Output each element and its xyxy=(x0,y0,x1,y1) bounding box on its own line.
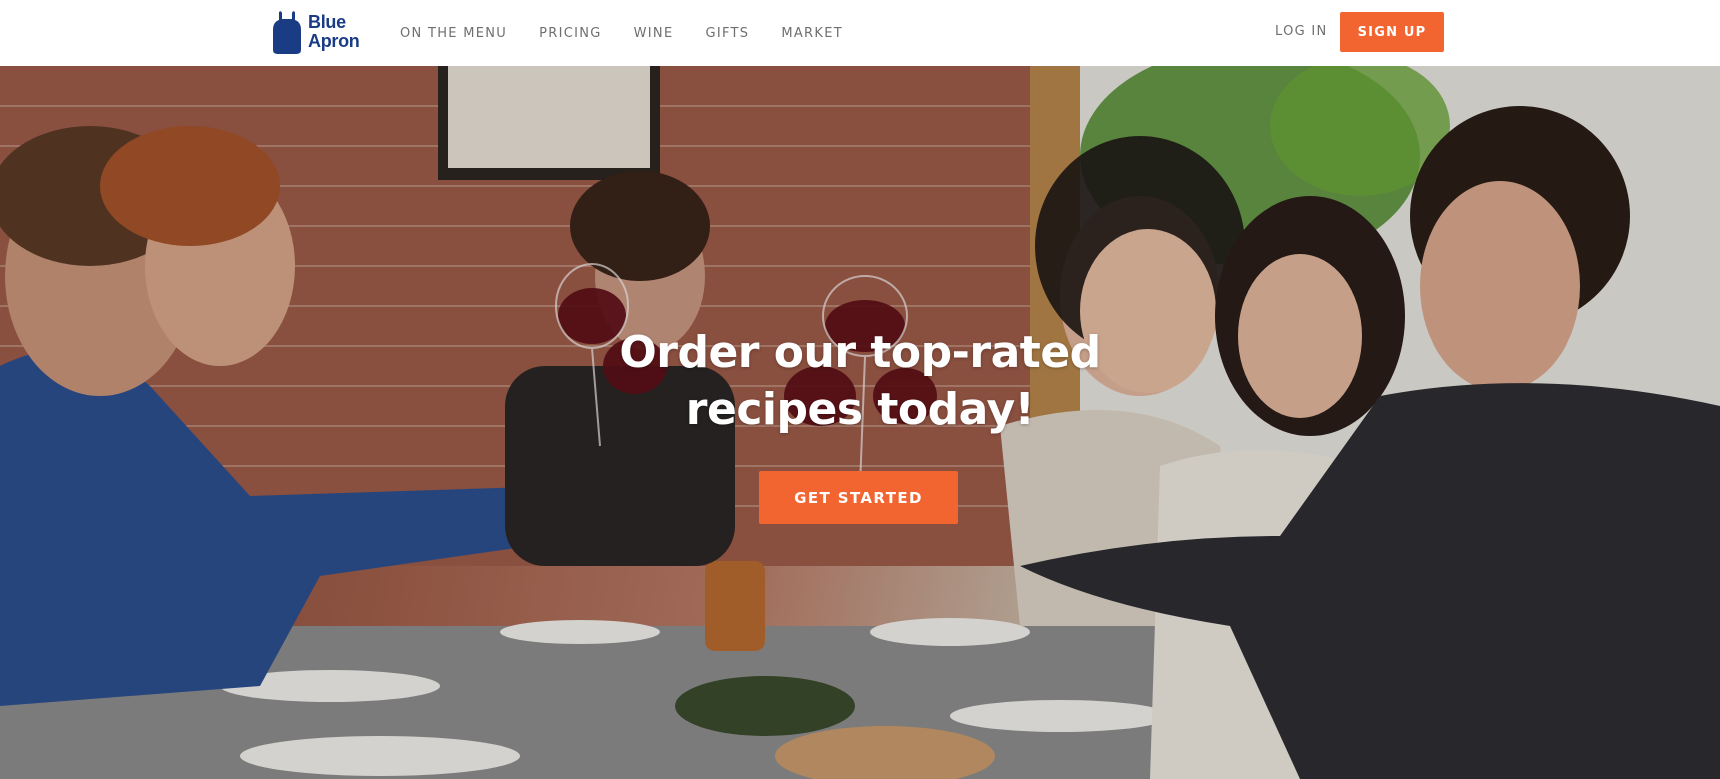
logo-line-1: Blue xyxy=(308,12,346,32)
nav-market[interactable]: MARKET xyxy=(781,26,843,41)
nav-pricing[interactable]: PRICING xyxy=(539,26,602,41)
logo-line-2: Apron xyxy=(308,31,360,51)
hero-title: Order our top-rated recipes today! xyxy=(560,324,1160,438)
sign-up-button[interactable]: SIGN UP xyxy=(1340,12,1444,52)
hero-section: Order our top-rated recipes today! GET S… xyxy=(0,66,1720,779)
log-in-link[interactable]: LOG IN xyxy=(1275,24,1328,39)
nav-on-the-menu[interactable]: ON THE MENU xyxy=(400,26,507,41)
hero-title-line-2: recipes today! xyxy=(685,384,1035,435)
main-nav: ON THE MENU PRICING WINE GIFTS MARKET xyxy=(400,0,875,66)
nav-wine[interactable]: WINE xyxy=(634,26,674,41)
nav-gifts[interactable]: GIFTS xyxy=(705,26,749,41)
blue-apron-logo[interactable]: Blue Apron xyxy=(272,10,370,54)
hero-title-line-1: Order our top-rated xyxy=(619,327,1101,378)
apron-logo-icon xyxy=(273,11,301,54)
top-navbar: Blue Apron ON THE MENU PRICING WINE GIFT… xyxy=(0,0,1720,66)
get-started-button[interactable]: GET STARTED xyxy=(759,471,958,524)
logo-wordmark: Blue Apron xyxy=(308,13,360,51)
